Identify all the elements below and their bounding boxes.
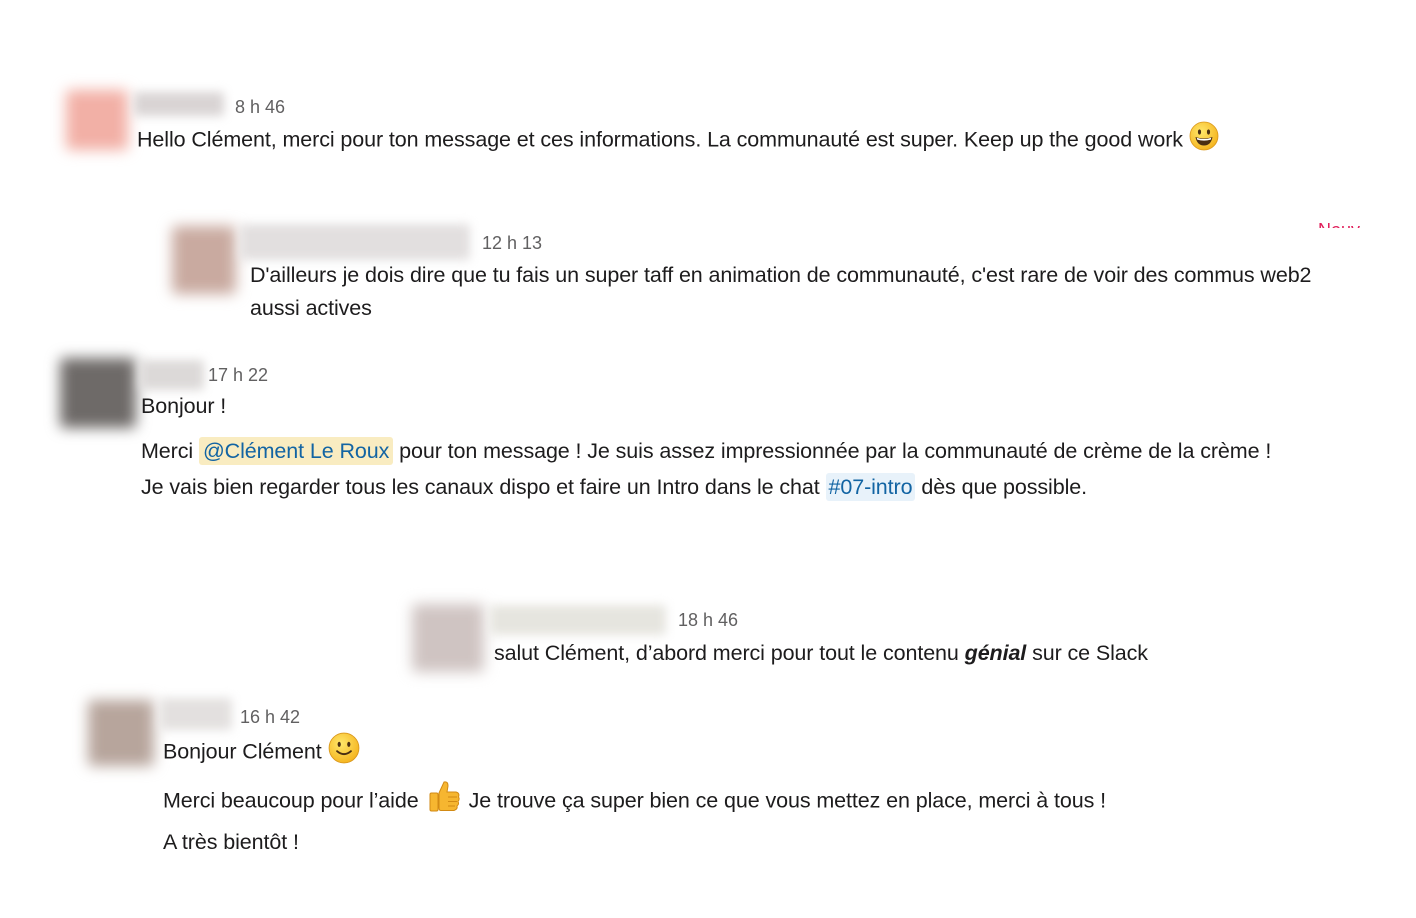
message-text-line: D'ailleurs je dois dire que tu fais un s… — [250, 263, 1312, 287]
slightly-smiling-face-emoji — [328, 732, 360, 774]
text-segment: Je trouve ça super bien ce que vous mett… — [468, 788, 1107, 813]
text-segment: Merci beaucoup pour l’aide — [163, 788, 419, 813]
avatar[interactable] — [412, 604, 484, 672]
message-text: Hello Clément, merci pour ton message et… — [137, 121, 1219, 161]
user-mention-link[interactable]: @Clément Le Roux — [198, 437, 394, 465]
channel-link[interactable]: #07-intro — [825, 473, 916, 501]
message-timestamp[interactable]: 8 h 46 — [235, 97, 285, 118]
avatar[interactable] — [172, 226, 236, 294]
sender-name[interactable] — [240, 224, 470, 260]
text-segment: Bonjour Clément — [163, 739, 322, 764]
message-text-line: salut Clément, d’abord merci pour tout l… — [494, 636, 1148, 670]
sender-name[interactable] — [160, 698, 232, 730]
new-label: Nouv — [1318, 220, 1360, 228]
text-segment: pour ton message ! Je suis assez impress… — [399, 439, 1272, 463]
message-greeting: Bonjour Clément — [163, 732, 360, 774]
avatar[interactable] — [66, 90, 128, 150]
message-text-line: Hello Clément, merci pour ton message et… — [137, 127, 1183, 152]
sender-name[interactable] — [490, 605, 666, 635]
message-text-line: Merci @Clément Le Roux pour ton message … — [141, 434, 1271, 468]
avatar[interactable] — [60, 358, 136, 428]
sender-name[interactable] — [134, 92, 224, 116]
message-timestamp[interactable]: 18 h 46 — [678, 610, 738, 631]
text-segment: dès que possible. — [921, 475, 1087, 499]
text-segment: Je vais bien regarder tous les canaux di… — [141, 475, 820, 499]
text-segment: salut Clément, d’abord merci pour tout l… — [494, 641, 959, 665]
message-text-line: aussi actives — [250, 296, 372, 320]
thumbs-up-emoji — [427, 779, 461, 825]
message-text-line: Merci beaucoup pour l’aide Je trouve ça … — [163, 779, 1106, 825]
message-text-line: A très bientôt ! — [163, 830, 299, 854]
message-text-line: Je vais bien regarder tous les canaux di… — [141, 470, 1087, 504]
message-timestamp[interactable]: 16 h 42 — [240, 707, 300, 728]
message-timestamp[interactable]: 12 h 13 — [482, 233, 542, 254]
emphasized-text: génial — [964, 641, 1027, 665]
text-segment: sur ce Slack — [1032, 641, 1148, 665]
message-greeting: Bonjour ! — [141, 394, 227, 418]
grinning-face-emoji — [1189, 121, 1219, 161]
avatar[interactable] — [88, 700, 154, 766]
sender-name[interactable] — [140, 360, 204, 390]
text-segment: Merci — [141, 439, 194, 463]
message-timestamp[interactable]: 17 h 22 — [208, 365, 268, 386]
